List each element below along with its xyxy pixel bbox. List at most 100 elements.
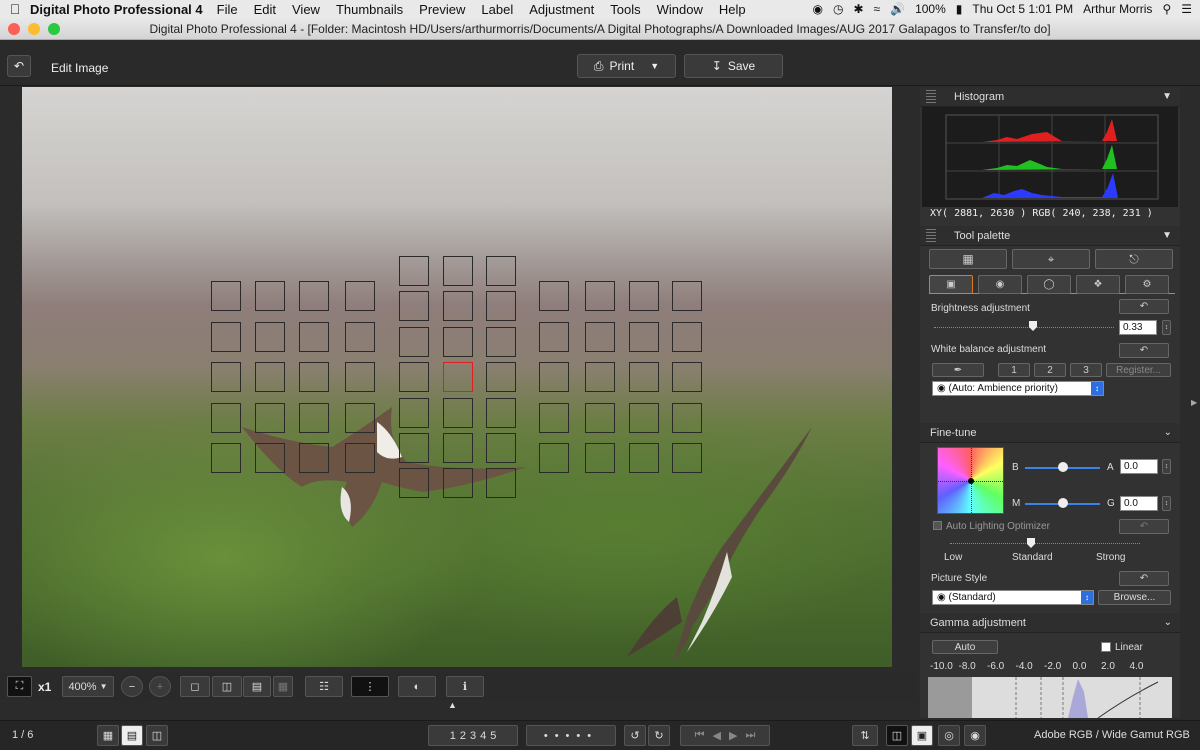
finetune-header[interactable]: Fine-tune ⌄ (920, 423, 1180, 443)
rating-bar[interactable]: 1 2 3 4 5 (428, 725, 518, 746)
browse-button[interactable]: Browse... (1098, 590, 1171, 605)
brightness-reset-icon[interactable]: ↶ (1119, 299, 1169, 314)
binoculars-icon[interactable]: ◉ (812, 2, 822, 16)
user-name[interactable]: Arthur Morris (1083, 2, 1152, 16)
tool-palette-header[interactable]: Tool palette ▼ (920, 226, 1180, 246)
zoom-out-icon[interactable]: − (121, 676, 143, 697)
time-machine-icon[interactable]: ◷ (833, 2, 843, 16)
fit-screen-icon[interactable]: ⛶ (7, 676, 32, 697)
grid-overlay-icon[interactable]: ▦ (273, 676, 293, 697)
zoom-1x-button[interactable]: x1 (38, 680, 51, 694)
menu-adjustment[interactable]: Adjustment (529, 2, 594, 17)
stamp-tool-icon[interactable]: ⎋ (1095, 249, 1173, 269)
grid-layout-icon[interactable]: ▦ (97, 725, 119, 746)
chevron-down-icon[interactable]: ▼ (1162, 230, 1172, 241)
rotate-left-icon[interactable]: ↺ (624, 725, 646, 746)
collapse-icon[interactable]: ⌄ (1164, 427, 1172, 438)
info-icon[interactable]: ℹ (446, 676, 484, 697)
single-view-icon[interactable]: ◻ (180, 676, 210, 697)
gamma-auto-button[interactable]: Auto (932, 640, 998, 654)
menu-tools[interactable]: Tools (610, 2, 640, 17)
camera-icon[interactable]: ◉ (964, 725, 986, 746)
tab-lens-icon[interactable]: ❖ (1076, 275, 1120, 294)
linear-checkbox[interactable] (1101, 642, 1111, 652)
color-wheel-marker[interactable] (968, 478, 974, 484)
zoom-window-button[interactable] (48, 23, 60, 35)
highlight-warning-icon[interactable]: ◐ (398, 676, 436, 697)
af-points-icon[interactable]: ⋮ (351, 676, 389, 697)
chevron-down-icon[interactable]: ▼ (1162, 91, 1172, 102)
close-window-button[interactable] (8, 23, 20, 35)
menu-view[interactable]: View (292, 2, 320, 17)
a-input[interactable]: 0.0 (1120, 459, 1158, 474)
zoom-in-icon[interactable]: + (149, 676, 171, 697)
menu-label[interactable]: Label (481, 2, 513, 17)
list-layout-icon[interactable]: ◫ (146, 725, 168, 746)
g-stepper[interactable]: ↕ (1162, 496, 1171, 511)
picture-style-select[interactable]: ◉ (Standard) ↕ (932, 590, 1094, 605)
brightness-slider[interactable] (934, 327, 1114, 328)
rating-5[interactable]: 5 (490, 730, 496, 742)
save-button[interactable]: ↧ Save (684, 54, 783, 78)
color-label-dots[interactable]: ••••• (526, 725, 616, 746)
tab-color-icon[interactable]: ◉ (978, 275, 1022, 294)
focus-check-icon[interactable]: ◎ (938, 725, 960, 746)
search-icon[interactable]: ⚲ (1162, 2, 1171, 16)
panel-expand-icon[interactable]: ▶ (1191, 398, 1197, 407)
image-viewer[interactable] (22, 87, 892, 667)
a-stepper[interactable]: ↕ (1162, 459, 1171, 474)
rating-1[interactable]: 1 (450, 730, 456, 742)
menu-window[interactable]: Window (657, 2, 703, 17)
apple-icon[interactable]:  (0, 1, 30, 17)
tab-tone-curve-icon[interactable]: ◯ (1027, 275, 1071, 294)
volume-icon[interactable]: 🔊 (890, 2, 905, 16)
rating-2[interactable]: 2 (460, 730, 466, 742)
battery-icon[interactable]: ▮ (956, 2, 963, 16)
collapse-icon[interactable]: ⌄ (1164, 617, 1172, 628)
edit-image-view-icon[interactable]: ▣ (911, 725, 933, 746)
picture-style-reset-icon[interactable]: ↶ (1119, 571, 1169, 586)
bluetooth-icon[interactable]: ✱ (853, 2, 863, 16)
menu-help[interactable]: Help (719, 2, 746, 17)
previous-image-icon[interactable]: ◀ (713, 729, 721, 742)
last-image-icon[interactable]: ⏭ (745, 729, 755, 742)
color-wheel[interactable] (937, 447, 1005, 515)
before-after-icon[interactable]: ◫ (886, 725, 908, 746)
app-menu[interactable]: Digital Photo Professional 4 (30, 2, 203, 17)
filmstrip-layout-icon[interactable]: ▤ (121, 725, 143, 746)
sort-icon[interactable]: ⇅ (852, 725, 878, 746)
rating-3[interactable]: 3 (470, 730, 476, 742)
alo-checkbox[interactable] (933, 521, 942, 530)
histogram-header[interactable]: Histogram ▼ (920, 87, 1180, 107)
tab-settings-gear-icon[interactable]: ⚙ (1125, 275, 1169, 294)
register-button[interactable]: Register... (1106, 363, 1171, 377)
b-a-slider-thumb[interactable] (1058, 462, 1068, 472)
wb-reset-icon[interactable]: ↶ (1119, 343, 1169, 358)
crop-tool-icon[interactable]: ⌖ (1012, 249, 1090, 269)
eyedropper-icon[interactable]: ✒ (932, 363, 984, 377)
wb-preset-1[interactable]: 1 (998, 363, 1030, 377)
split-view-icon[interactable]: ▤ (243, 676, 271, 697)
filmstrip-toggle-icon[interactable]: ▲ (448, 700, 457, 710)
back-icon[interactable]: ↶ (7, 55, 31, 77)
minimize-window-button[interactable] (28, 23, 40, 35)
wifi-icon[interactable]: ≈ (874, 2, 881, 16)
next-image-icon[interactable]: ▶ (729, 729, 737, 742)
brightness-input[interactable]: 0.33 (1119, 320, 1157, 335)
menu-file[interactable]: File (217, 2, 238, 17)
wb-preset-2[interactable]: 2 (1034, 363, 1066, 377)
alo-reset-icon[interactable]: ↶ (1119, 519, 1169, 534)
print-button[interactable]: ⎙ Print ▼ (577, 54, 676, 78)
menu-edit[interactable]: Edit (254, 2, 276, 17)
compare-view-icon[interactable]: ◫ (212, 676, 242, 697)
g-input[interactable]: 0.0 (1120, 496, 1158, 511)
adjustment-tool-icon[interactable]: ▦ (929, 249, 1007, 269)
rating-4[interactable]: 4 (480, 730, 486, 742)
zoom-level-select[interactable]: 400% ▼ (62, 676, 114, 697)
wb-preset-3[interactable]: 3 (1070, 363, 1102, 377)
alo-slider-thumb[interactable] (1027, 538, 1035, 548)
menu-preview[interactable]: Preview (419, 2, 465, 17)
grid-lines-icon[interactable]: ☷ (305, 676, 343, 697)
brightness-stepper[interactable]: ↕ (1162, 320, 1171, 335)
first-image-icon[interactable]: ⏮ (695, 729, 705, 742)
